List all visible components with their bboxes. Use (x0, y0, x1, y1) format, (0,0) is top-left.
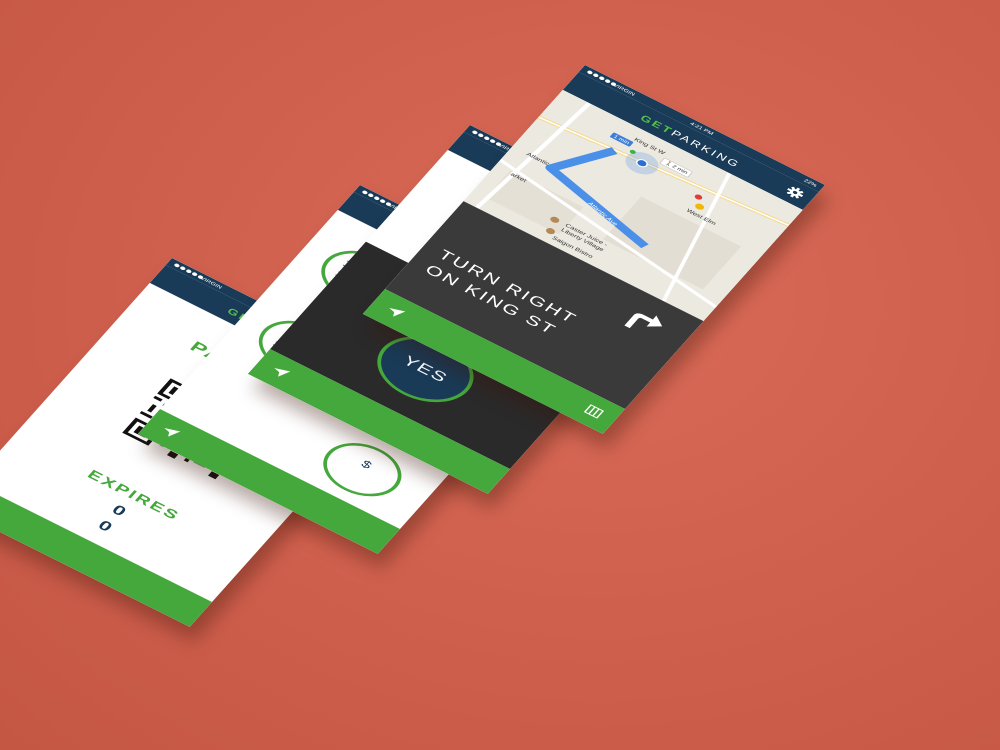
navigation-arrow-icon[interactable] (156, 422, 184, 442)
map-toggle-icon[interactable] (582, 403, 606, 420)
turn-right-arrow-icon (624, 313, 663, 329)
navigation-arrow-icon[interactable] (381, 302, 409, 322)
rate-duration: $ (358, 458, 375, 472)
navigation-arrow-icon[interactable] (266, 362, 294, 382)
stage: ●●●●● VIRGIN 4:21 PM 22% GETPARKING PARK… (0, 0, 1000, 750)
